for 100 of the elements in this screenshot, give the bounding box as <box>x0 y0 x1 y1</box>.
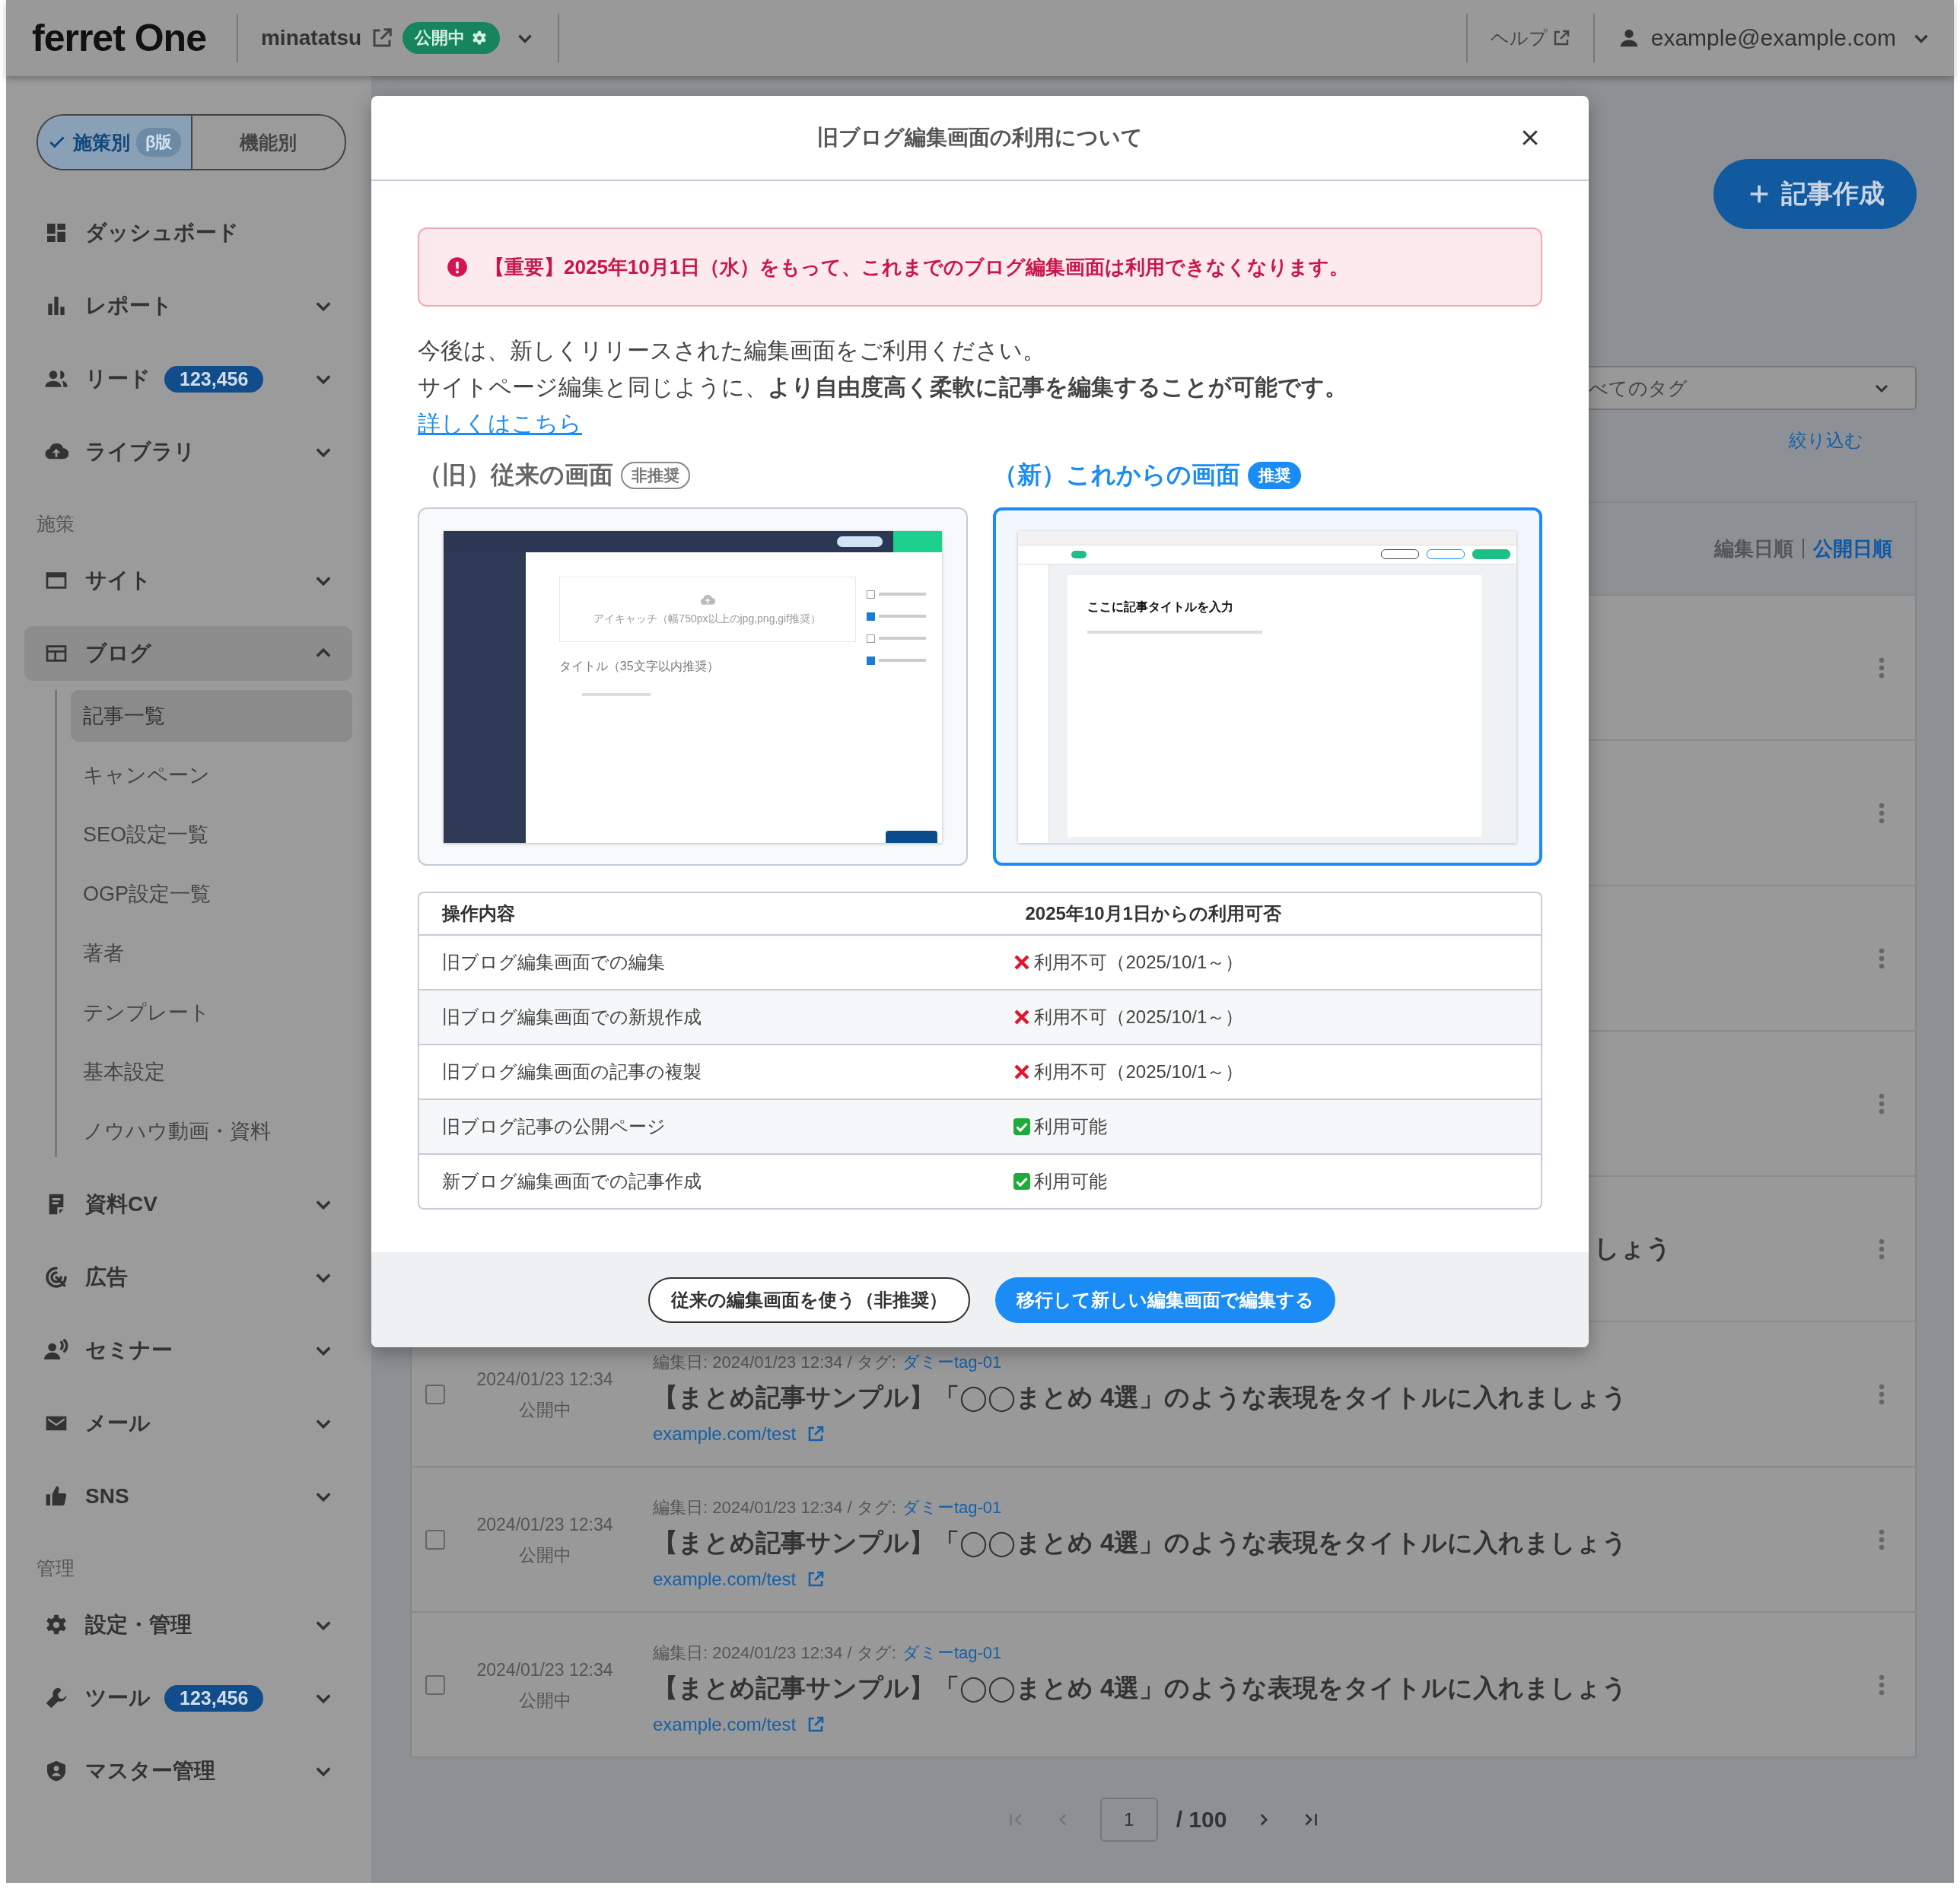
article-title[interactable]: 【まとめ記事サンプル】「◯◯まとめ 4選」のような表現をタイトルに入れましょう <box>653 1379 1879 1416</box>
nav-item[interactable]: ブログ <box>24 626 352 681</box>
article-url[interactable]: example.com/test <box>653 1420 797 1448</box>
more-icon[interactable] <box>1879 1238 1885 1260</box>
nav-item[interactable]: SNS <box>24 1469 352 1524</box>
row-checkbox[interactable] <box>425 1384 445 1404</box>
nav-item[interactable]: レポート <box>24 278 352 333</box>
site-link[interactable]: minatatsu <box>260 26 362 50</box>
row-checkbox[interactable] <box>425 1529 445 1550</box>
edit-meta: 編集日: 2024/01/23 12:34 / タグ: <box>653 1498 896 1517</box>
more-icon[interactable] <box>1879 1092 1885 1114</box>
nav-subitem[interactable]: SEO設定一覧 <box>71 809 352 860</box>
more-icon[interactable] <box>1879 802 1885 824</box>
article-title[interactable]: しょう <box>1594 1234 1672 1262</box>
publish-date: 2024/01/23 12:34 <box>476 1368 613 1391</box>
article-url[interactable]: example.com/test <box>653 1711 797 1738</box>
mode-tab[interactable]: 施策別 β版 <box>38 116 192 169</box>
external-link-icon[interactable] <box>807 1570 826 1588</box>
article-url[interactable]: example.com/test <box>653 1566 797 1593</box>
table-cell-text: 旧ブログ編集画面での新規作成 <box>441 1006 702 1029</box>
help-link[interactable]: ヘルプ <box>1490 26 1548 50</box>
nav-subitem[interactable]: 著者 <box>71 927 352 979</box>
article-title[interactable]: 【まとめ記事サンプル】「◯◯まとめ 4選」のような表現をタイトルに入れましょう <box>653 1525 1879 1561</box>
nav-item[interactable]: サイト <box>24 553 352 608</box>
publish-status: 公開中 <box>518 1689 571 1712</box>
nav-item[interactable]: リード 123,456 <box>24 351 352 406</box>
migrate-button[interactable]: 移行して新しい編集画面で編集する <box>994 1277 1335 1323</box>
save-draft-button <box>1427 549 1465 559</box>
nav-item[interactable]: ツール 123,456 <box>24 1671 352 1725</box>
nav-subitem[interactable]: テンプレート <box>71 987 352 1038</box>
nav-item[interactable]: 設定・管理 <box>24 1598 352 1652</box>
row-checkbox[interactable] <box>425 1674 445 1695</box>
table-cell-text: 利用可能 <box>1034 1115 1108 1138</box>
nav-item[interactable]: セミナー <box>24 1323 352 1378</box>
nav-item[interactable]: メール <box>24 1396 352 1451</box>
option-card[interactable]: アイキャッチ（幅750px以上のjpg,png,gif推奨） タイトル（35文字以内推奨） <box>418 507 968 866</box>
nav-subitem[interactable]: ノウハウ動画・資料 <box>71 1105 352 1157</box>
gear-icon <box>471 30 488 46</box>
account-menu[interactable]: example@example.com <box>1650 25 1896 51</box>
publish-date: 2024/01/23 12:34 <box>476 1513 613 1536</box>
update-button <box>892 530 942 552</box>
nav-item[interactable]: ダッシュボード <box>24 205 352 260</box>
sort-link[interactable]: 編集日順 <box>1714 535 1793 562</box>
table-cell-text: 利用不可（2025/10/1～） <box>1034 1060 1244 1083</box>
intro-text: サイトページ編集と同じように、より自由度高く柔軟に記事を編集することが可能です。 <box>418 374 1348 401</box>
section-heading: 管理 <box>36 1556 75 1580</box>
article-title[interactable]: 【まとめ記事サンプル】「◯◯まとめ 4選」のような表現をタイトルに入れましょう <box>653 1670 1879 1706</box>
table-cell-text: 旧ブログ記事の公開ページ <box>441 1115 667 1138</box>
alert-text: 【重要】2025年10月1日（水）をもって、これまでのブログ編集画面は利用できなくなります。 <box>485 254 1350 280</box>
table-cell-text: 利用可能 <box>1034 1170 1108 1193</box>
nav-item[interactable]: マスター管理 <box>24 1744 352 1798</box>
count-badge: 123,456 <box>164 365 264 393</box>
target-icon <box>44 1265 68 1289</box>
option-badge: 推奨 <box>1247 462 1301 489</box>
status-badge[interactable]: 公開中 <box>402 22 501 54</box>
option-card[interactable]: ここに記事タイトルを入力 <box>992 507 1542 866</box>
edit-meta: 編集日: 2024/01/23 12:34 / タグ: <box>653 1353 896 1372</box>
wrench-icon <box>44 1686 68 1710</box>
settings-button <box>1381 549 1420 559</box>
more-icon[interactable] <box>1879 1674 1885 1696</box>
table-cell-text: 利用不可（2025/10/1～） <box>1034 951 1244 974</box>
nav-item[interactable]: ライブラリ <box>24 424 352 479</box>
legacy-editor-button[interactable]: 従来の編集画面を使う（非推奨） <box>648 1277 970 1323</box>
publish-button <box>1472 549 1511 559</box>
more-icon[interactable] <box>1879 657 1885 679</box>
page-field[interactable]: 1 <box>1099 1798 1158 1842</box>
save-draft-button <box>836 536 883 547</box>
option-heading: （新）これからの画面 <box>992 460 1240 490</box>
sort-link[interactable]: 公開日順 <box>1813 535 1892 562</box>
filter-link[interactable]: 絞り込む <box>1789 428 1863 453</box>
table-cell-text: 旧ブログ編集画面での編集 <box>441 951 666 974</box>
nav-subitem[interactable]: 基本設定 <box>71 1046 352 1098</box>
option-heading: （旧）従来の画面 <box>418 460 613 490</box>
tag-link[interactable]: ダミーtag-01 <box>902 1353 1002 1372</box>
column-header: 2025年10月1日からの利用可否 <box>1024 902 1282 925</box>
table-cell-text: 利用不可（2025/10/1～） <box>1034 1006 1244 1029</box>
option-badge: 非推奨 <box>621 462 690 489</box>
nav-item[interactable]: 資料CV <box>24 1177 352 1232</box>
tag-link[interactable]: ダミーtag-01 <box>902 1643 1002 1662</box>
dialog-title: 旧ブログ編集画面の利用について <box>817 125 1143 151</box>
edit-meta: 編集日: 2024/01/23 12:34 / タグ: <box>653 1643 896 1662</box>
more-icon[interactable] <box>1879 1383 1885 1405</box>
beta-badge: β版 <box>136 128 182 157</box>
more-icon[interactable] <box>1879 1528 1885 1550</box>
title-placeholder: タイトル（35文字以内推奨） <box>558 658 720 674</box>
logo[interactable]: ferret One <box>32 16 206 60</box>
external-link-icon[interactable] <box>807 1715 826 1734</box>
nav-subitem[interactable]: 記事一覧 <box>71 690 352 742</box>
chat-button <box>885 830 937 843</box>
nav-subitem[interactable]: キャンペーン <box>71 749 352 801</box>
external-link-icon[interactable] <box>807 1425 826 1443</box>
mode-tab[interactable]: 機能別 <box>192 116 345 169</box>
more-icon[interactable] <box>1879 947 1885 969</box>
nav-subitem[interactable]: OGP設定一覧 <box>71 868 352 920</box>
create-article-button[interactable]: 記事作成 <box>1713 159 1917 229</box>
publish-date: 2024/01/23 12:34 <box>476 1658 613 1681</box>
nav-item[interactable]: 広告 <box>24 1250 352 1305</box>
page-total: / 100 <box>1176 1807 1227 1833</box>
details-link[interactable]: 詳しくはこちら <box>418 411 582 436</box>
tag-link[interactable]: ダミーtag-01 <box>902 1498 1002 1517</box>
